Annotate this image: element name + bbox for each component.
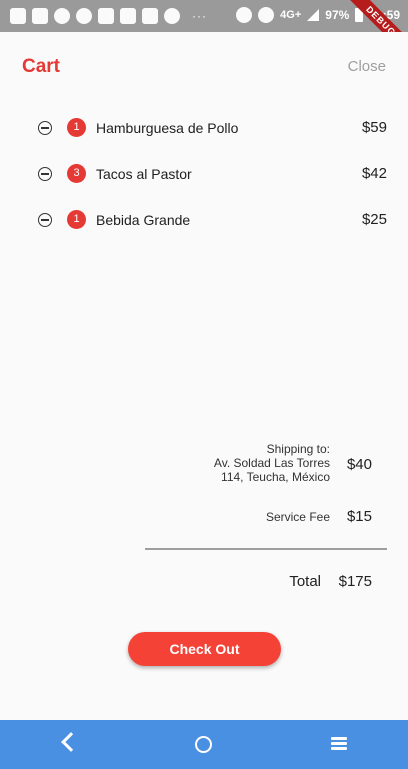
youtube-icon — [142, 8, 158, 24]
cart-item: 1 Hamburguesa de Pollo $59 — [0, 114, 408, 144]
item-price: $25 — [361, 211, 387, 228]
item-price: $42 — [361, 165, 387, 182]
whatsapp-icon — [76, 8, 92, 24]
remove-circle-icon[interactable] — [38, 167, 52, 181]
shipping-price: $40 — [346, 456, 372, 473]
more-notifications: ··· — [192, 9, 207, 23]
remove-circle-icon[interactable] — [38, 213, 52, 227]
signal-icon — [307, 9, 320, 21]
facebook-icon — [120, 8, 136, 24]
network-type: 4G+ — [280, 9, 302, 21]
cart-sheet: Cart Close 1 Hamburguesa de Pollo $59 3 … — [0, 32, 408, 720]
remove-circle-icon[interactable] — [38, 121, 52, 135]
navigation-bar — [0, 720, 408, 769]
back-icon[interactable] — [61, 732, 81, 752]
alarm-icon — [258, 7, 275, 23]
close-button[interactable]: Close — [348, 58, 386, 75]
facebook-icon — [98, 8, 114, 24]
total-label: Total — [289, 573, 321, 590]
dnd-icon — [236, 7, 253, 23]
item-name: Tacos al Pastor — [96, 166, 192, 182]
cart-item: 1 Bebida Grande $25 — [0, 206, 408, 236]
quantity-badge: 3 — [67, 164, 86, 183]
game-icon — [32, 8, 48, 24]
service-fee-price: $15 — [346, 508, 372, 525]
notification-icons: ··· — [10, 8, 207, 24]
status-bar: ··· 4G+ 97% 00:59 DEBUG — [0, 0, 408, 65]
checkout-button[interactable]: Check Out — [128, 632, 281, 666]
shipping-label: Shipping to: — [266, 442, 330, 456]
battery-percent: 97% — [325, 8, 350, 22]
recents-icon[interactable] — [331, 737, 347, 751]
shipping-street: Av. Soldad Las Torres — [213, 456, 330, 470]
tinder-icon — [164, 8, 180, 24]
quantity-badge: 1 — [67, 118, 86, 137]
cart-item: 3 Tacos al Pastor $42 — [0, 160, 408, 190]
item-name: Hamburguesa de Pollo — [96, 120, 239, 136]
shipping-city: 114, Teucha, México — [221, 470, 330, 484]
quantity-badge: 1 — [67, 210, 86, 229]
news-icon — [10, 8, 26, 24]
item-name: Bebida Grande — [96, 212, 191, 228]
page-title: Cart — [22, 56, 61, 77]
total-divider — [145, 548, 387, 550]
service-fee-label: Service Fee — [265, 510, 330, 524]
telegram-icon — [54, 8, 70, 24]
cart-header: Cart Close — [0, 32, 408, 102]
total-price: $175 — [338, 573, 372, 590]
item-price: $59 — [361, 119, 387, 136]
shipping-address: Shipping to: Av. Soldad Las Torres 114, … — [180, 442, 330, 484]
home-icon[interactable] — [195, 736, 212, 753]
